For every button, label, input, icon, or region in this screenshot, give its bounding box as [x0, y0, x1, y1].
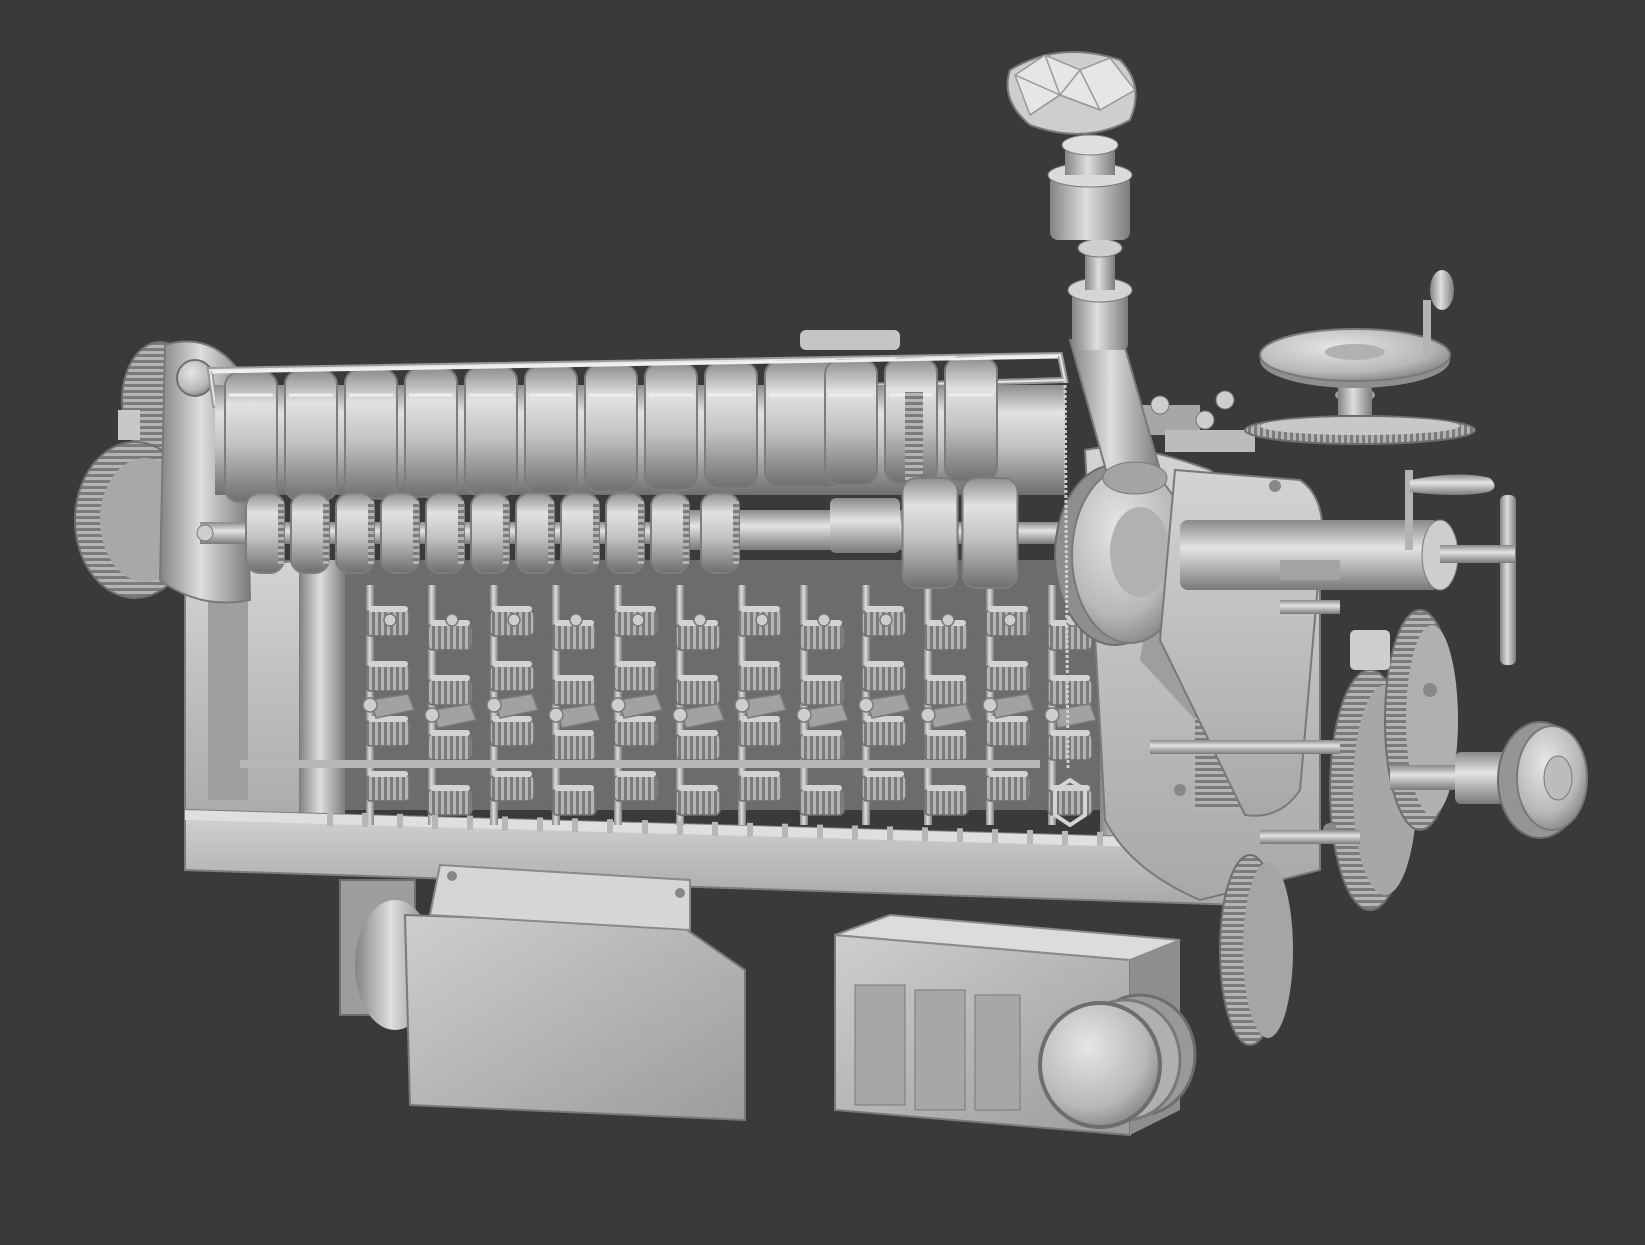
drum-segment: [344, 368, 398, 500]
shaft-ring: [961, 477, 1019, 589]
shaft-ring: [901, 477, 959, 589]
gear-column: [734, 585, 788, 825]
shaft-ring: [470, 492, 510, 574]
shaft-ring: [700, 492, 740, 574]
gear-column: [610, 585, 664, 825]
left-hopper-box: [339, 863, 746, 1122]
shaft-ring: [380, 492, 420, 574]
gem-knob: [1006, 51, 1137, 135]
right-base-box: [834, 913, 1197, 1137]
drum-segment: [284, 369, 338, 502]
shaft-ring: [515, 492, 555, 574]
gear-column: [672, 585, 726, 825]
shaft-ring: [650, 492, 690, 574]
gear-column: [858, 585, 912, 825]
gear-column: [920, 585, 974, 825]
shaft-ring: [245, 492, 285, 574]
gear-column: [796, 585, 850, 825]
drum-segment: [524, 365, 578, 495]
gear-column: [424, 585, 478, 825]
shaft-ring: [560, 492, 600, 574]
gear-column: [486, 585, 540, 825]
drum-segment: [224, 371, 278, 503]
gear-column: [982, 585, 1036, 825]
machine-render: [74, 51, 1588, 1137]
shaft-ring: [605, 492, 645, 574]
gear-column: [548, 585, 602, 825]
shaft-ring: [335, 492, 375, 574]
drum-segment: [824, 359, 878, 486]
drum-segment: [944, 356, 998, 483]
drum-segment: [704, 361, 758, 490]
drum-segment: [644, 362, 698, 492]
shaft-ring: [425, 492, 465, 574]
gear-column: [362, 585, 416, 825]
drum-segment: [584, 363, 638, 493]
drum-segment: [464, 366, 518, 497]
shaft-ring: [290, 492, 330, 574]
drum-segment: [404, 367, 458, 498]
render-viewport: [0, 0, 1645, 1245]
handwheel: [1120, 270, 1476, 452]
right-gear-pair: [1323, 609, 1458, 911]
